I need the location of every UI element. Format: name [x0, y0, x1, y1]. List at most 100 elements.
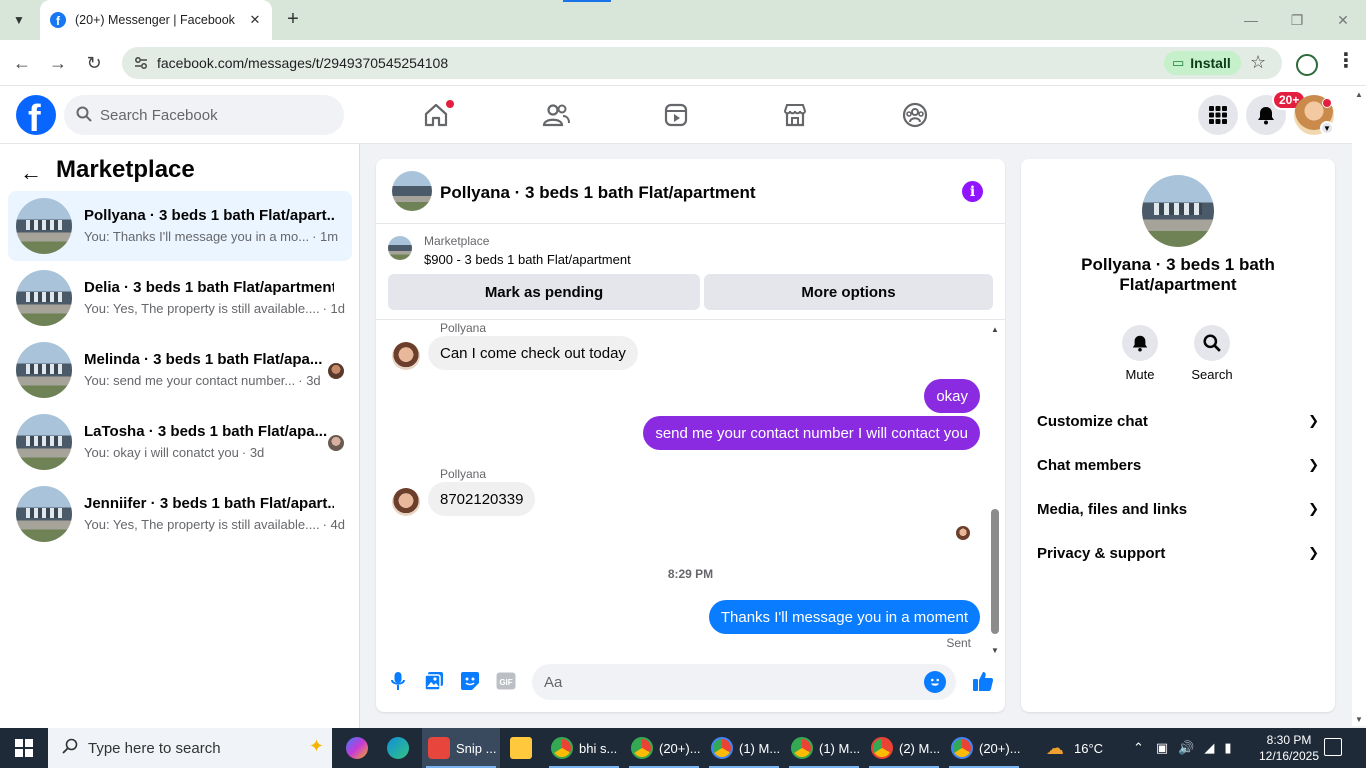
new-tab-button[interactable]: + [282, 8, 304, 30]
system-tray: ⌃ ▣ 🔊 ◢ ▮ [1133, 728, 1232, 768]
gif-icon[interactable]: GIF [493, 668, 519, 694]
taskbar-clock[interactable]: 8:30 PM 12/16/2025 [1252, 732, 1326, 764]
conversation-item-pollyana[interactable]: Pollyana · 3 beds 1 bath Flat/apart... Y… [8, 191, 352, 261]
listing-thumbnail[interactable] [388, 236, 412, 260]
tray-chevron-up-icon[interactable]: ⌃ [1133, 740, 1144, 756]
weather-widget[interactable]: ☁ 16°C [1046, 728, 1103, 768]
taskbar-search-box[interactable]: Type here to search ✦ [48, 728, 332, 768]
restore-icon[interactable]: ❐ [1274, 0, 1320, 40]
taskbar-app-chrome-6[interactable]: (20+)... [945, 728, 1023, 768]
taskbar-app-chrome-1[interactable]: bhi s... [545, 728, 623, 768]
page-scrollbar[interactable]: ▲ ▼ [1352, 86, 1366, 726]
sticker-icon[interactable] [457, 668, 483, 694]
reload-icon[interactable]: ↻ [80, 50, 108, 76]
menu-grid-button[interactable] [1198, 95, 1238, 135]
media-files-links-section[interactable]: Media, files and links ❯ [1029, 489, 1327, 529]
conversation-item-jenniifer[interactable]: Jenniifer · 3 beds 1 bath Flat/apart... … [8, 479, 352, 549]
battery-icon[interactable]: ▮ [1224, 740, 1231, 756]
window-close-icon[interactable]: ✕ [1320, 0, 1366, 40]
incoming-message[interactable]: 8702120339 [428, 482, 536, 516]
conversation-avatar[interactable] [1142, 175, 1214, 247]
search-in-conversation-button[interactable]: Search [1182, 325, 1242, 382]
privacy-support-section[interactable]: Privacy & support ❯ [1029, 533, 1327, 573]
contact-avatar[interactable] [392, 342, 420, 370]
groups-icon[interactable] [895, 99, 935, 131]
bookmark-star-icon[interactable]: ☆ [1250, 52, 1266, 73]
incoming-message[interactable]: Can I come check out today [428, 336, 638, 370]
microphone-icon[interactable] [385, 668, 411, 694]
tab-close-icon[interactable]: ✕ [246, 11, 264, 29]
outgoing-message[interactable]: okay [924, 379, 980, 413]
tab-search-chevron-icon[interactable]: ▼ [6, 8, 32, 32]
mute-button[interactable]: Mute [1110, 325, 1170, 382]
address-bar[interactable]: facebook.com/messages/t/2949370545254108… [122, 47, 1282, 79]
info-icon[interactable]: i [962, 181, 983, 202]
more-options-button[interactable]: More options [704, 274, 993, 310]
facebook-search-input[interactable] [100, 106, 320, 124]
install-app-button[interactable]: ▭ Install [1164, 51, 1241, 75]
facebook-logo[interactable]: f [16, 95, 56, 135]
conversation-item-delia[interactable]: Delia · 3 beds 1 bath Flat/apartment You… [8, 263, 352, 333]
url-text[interactable]: facebook.com/messages/t/2949370545254108 [157, 55, 448, 71]
thumbs-up-icon[interactable] [970, 668, 996, 694]
conversation-snippet: You: send me your contact number... · 3d [84, 373, 321, 388]
customize-chat-section[interactable]: Customize chat ❯ [1029, 401, 1327, 441]
windows-start-button[interactable] [0, 728, 48, 768]
outgoing-message[interactable]: send me your contact number I will conta… [643, 416, 980, 450]
back-arrow-icon[interactable]: ← [8, 50, 36, 76]
scroll-down-arrow-icon[interactable]: ▼ [1355, 715, 1363, 724]
chat-scrollbar[interactable]: ▲ ▼ [988, 321, 1002, 655]
copilot-app-icon[interactable] [340, 728, 380, 768]
minimize-icon[interactable]: — [1228, 0, 1274, 40]
listing-thumbnail [16, 342, 72, 398]
taskbar-app-chrome-5[interactable]: (2) M... [865, 728, 943, 768]
chat-members-section[interactable]: Chat members ❯ [1029, 445, 1327, 485]
scrollbar-thumb[interactable] [991, 509, 999, 634]
scroll-up-arrow-icon[interactable]: ▲ [1355, 90, 1363, 99]
browser-tab-messenger[interactable]: f (20+) Messenger | Facebook ✕ [40, 0, 272, 40]
chevron-down-icon: ❯ [1308, 501, 1319, 516]
chat-title[interactable]: Pollyana · 3 beds 1 bath Flat/apartment [440, 183, 756, 203]
listing-source: Marketplace [424, 234, 490, 248]
mark-as-pending-button[interactable]: Mark as pending [388, 274, 700, 310]
taskbar-app-label: bhi s... [579, 740, 618, 756]
video-icon[interactable] [656, 99, 696, 131]
meet-now-icon[interactable]: ▣ [1156, 740, 1168, 756]
notification-center-icon[interactable] [1324, 738, 1342, 756]
emoji-icon[interactable] [924, 671, 946, 693]
chevron-down-icon: ❯ [1308, 413, 1319, 428]
conversation-item-melinda[interactable]: Melinda · 3 beds 1 bath Flat/apa... You:… [8, 335, 352, 405]
taskbar-app-chrome-4[interactable]: (1) M... [785, 728, 863, 768]
message-input-box[interactable] [532, 664, 956, 700]
forward-arrow-icon[interactable]: → [44, 50, 72, 76]
outgoing-message[interactable]: Thanks I'll message you in a moment [708, 600, 980, 634]
listing-thumbnail [16, 414, 72, 470]
scroll-up-arrow-icon[interactable]: ▲ [991, 325, 999, 334]
photo-icon[interactable] [421, 668, 447, 694]
facebook-search[interactable] [64, 95, 344, 135]
network-icon[interactable]: ◢ [1204, 740, 1214, 756]
taskbar-app-snip[interactable]: Snip ... [422, 728, 500, 768]
friends-icon[interactable] [536, 99, 576, 131]
taskbar-app-chrome-2[interactable]: (20+)... [625, 728, 703, 768]
file-manager-app-icon[interactable] [504, 728, 544, 768]
taskbar-app-label: (1) M... [739, 740, 781, 756]
chevron-down-icon: ❯ [1308, 545, 1319, 560]
chat-avatar[interactable] [392, 171, 432, 211]
browser-menu-icon[interactable]: ⋮ [1336, 51, 1356, 71]
scroll-down-arrow-icon[interactable]: ▼ [991, 646, 999, 655]
volume-icon[interactable]: 🔊 [1178, 740, 1194, 756]
listing-price[interactable]: $900 - 3 beds 1 bath Flat/apartment [424, 252, 631, 267]
edge-app-icon[interactable] [381, 728, 421, 768]
back-arrow-icon[interactable]: ← [20, 160, 42, 186]
browser-profile-icon[interactable] [1296, 54, 1318, 76]
message-input[interactable] [544, 673, 904, 691]
svg-text:GIF: GIF [499, 678, 512, 687]
account-chevron-down-icon[interactable]: ▼ [1320, 121, 1334, 135]
taskbar-app-chrome-3[interactable]: (1) M... [705, 728, 783, 768]
contact-avatar[interactable] [392, 488, 420, 516]
conversation-item-latosha[interactable]: LaTosha · 3 beds 1 bath Flat/apa... You:… [8, 407, 352, 477]
home-notification-dot [446, 100, 454, 108]
site-info-icon[interactable] [132, 54, 150, 72]
marketplace-icon[interactable] [775, 99, 815, 131]
